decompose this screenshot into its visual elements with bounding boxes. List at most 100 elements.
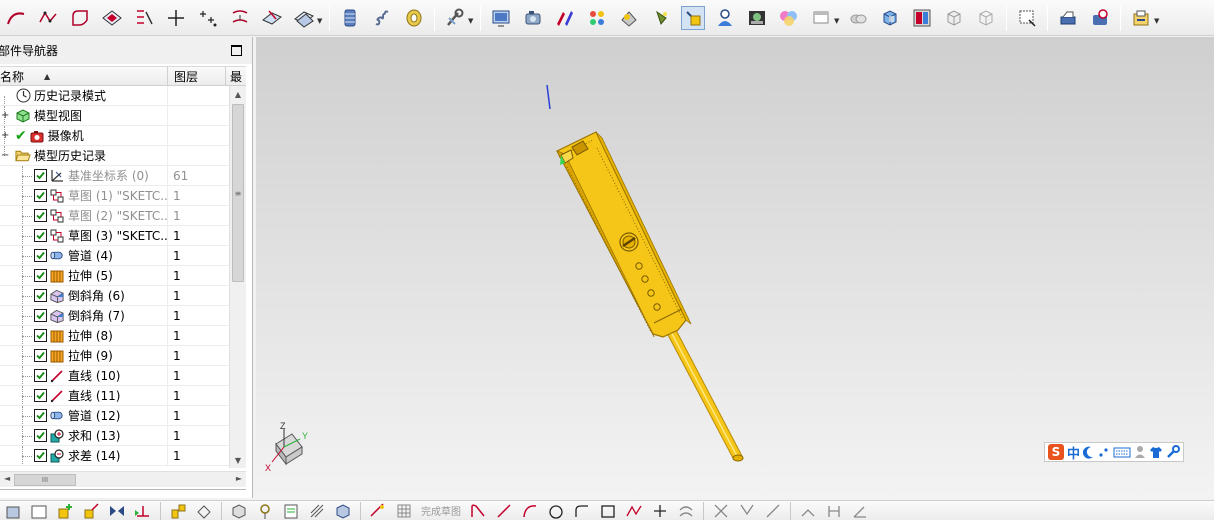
tree-row[interactable]: 拉伸 (9) 1 [0, 346, 229, 366]
datum-axis-icon[interactable] [292, 6, 316, 30]
scroll-up-icon[interactable]: ▲ [230, 86, 246, 102]
tree-row[interactable]: 管道 (12) 1 [0, 406, 229, 426]
feature-checkbox[interactable] [34, 349, 47, 362]
assembly-icon[interactable] [4, 502, 22, 520]
feature-checkbox[interactable] [34, 229, 47, 242]
edit-display-icon[interactable] [553, 6, 577, 30]
layout-icon[interactable] [910, 6, 934, 30]
offset-tool-icon[interactable] [677, 502, 695, 520]
tree-row[interactable]: 拉伸 (8) 1 [0, 326, 229, 346]
rectangle-icon[interactable] [100, 6, 124, 30]
scroll-thumb[interactable]: ≡ [232, 104, 244, 282]
graphics-viewport[interactable]: Z X Y S 中 [256, 37, 1214, 498]
scroll-down-icon[interactable]: ▼ [230, 452, 246, 468]
feature-checkbox[interactable] [34, 189, 47, 202]
spanner-icon[interactable] [443, 6, 467, 30]
grid-icon[interactable] [395, 502, 413, 520]
tree-row[interactable]: + 模型视图 [0, 106, 229, 126]
tree-row[interactable]: − 模型历史记录 [0, 146, 229, 166]
scroll-right-icon[interactable]: ► [236, 474, 242, 483]
tree-row[interactable]: 草图 (1) "SKETC... 1 [0, 186, 229, 206]
rectangle-tool-icon[interactable] [599, 502, 617, 520]
select-window-icon[interactable] [1015, 6, 1039, 30]
coil-icon[interactable] [402, 6, 426, 30]
user-icon[interactable] [1134, 445, 1146, 459]
tree-row[interactable]: 历史记录模式 [0, 86, 229, 106]
tree-row[interactable]: 倒斜角 (7) 1 [0, 306, 229, 326]
feature-checkbox[interactable] [34, 249, 47, 262]
tree-row[interactable]: 管道 (4) 1 [0, 246, 229, 266]
drawing-icon[interactable] [30, 502, 48, 520]
datum-plane-icon[interactable] [260, 6, 284, 30]
cube-icon[interactable] [878, 6, 902, 30]
toolbar-dropdown-arrow[interactable]: ▼ [1154, 6, 1160, 30]
toolbar-dropdown-arrow[interactable]: ▼ [468, 6, 474, 30]
maximize-icon[interactable] [231, 45, 242, 56]
point-tool-icon[interactable] [651, 502, 669, 520]
feature-checkbox[interactable] [34, 309, 47, 322]
studio-spline-icon[interactable] [36, 6, 60, 30]
add-component-icon[interactable] [56, 502, 74, 520]
column-layer-header[interactable]: 图层 [168, 67, 226, 85]
window-icon[interactable] [809, 6, 833, 30]
mirror-icon[interactable] [108, 502, 126, 520]
pin-icon[interactable] [256, 502, 274, 520]
sketch-icon[interactable] [369, 502, 387, 520]
spring-icon[interactable] [370, 6, 394, 30]
lights-icon[interactable] [617, 6, 641, 30]
keyboard-icon[interactable] [1113, 445, 1131, 459]
constraint-tool-icon[interactable] [825, 502, 843, 520]
ime-toolbar[interactable]: S 中 [1044, 442, 1185, 462]
grid-cube-icon[interactable] [942, 6, 966, 30]
tree-row[interactable]: + ✔ 摄像机 [0, 126, 229, 146]
sketch-curve-icon[interactable] [132, 6, 156, 30]
color-palette-icon[interactable] [585, 6, 609, 30]
fillet-tool-icon[interactable] [573, 502, 591, 520]
tree-vertical-scrollbar[interactable]: ▲ ≡ ▼ [229, 86, 246, 468]
column-name-header[interactable]: 名称 ▲ [0, 67, 168, 85]
point-icon[interactable] [164, 6, 188, 30]
feature-checkbox[interactable] [34, 409, 47, 422]
model-canvas[interactable]: Z X Y [256, 37, 1214, 498]
fillet-curve-icon[interactable] [68, 6, 92, 30]
tree-row[interactable]: 直线 (10) 1 [0, 366, 229, 386]
box-icon[interactable] [230, 502, 248, 520]
angle-tool-icon[interactable] [851, 502, 869, 520]
toolbar-dropdown-arrow[interactable]: ▼ [317, 6, 323, 30]
tree-horizontal-scrollbar[interactable]: ◄ III ► [0, 471, 246, 487]
feature-checkbox[interactable] [34, 429, 47, 442]
offset-curve-icon[interactable] [228, 6, 252, 30]
expand-icon[interactable]: + [1, 130, 9, 141]
user-role-icon[interactable] [713, 6, 737, 30]
ime-mode-toggle[interactable]: 中 [1067, 443, 1080, 462]
feature-checkbox[interactable] [34, 449, 47, 462]
shirt-icon[interactable] [1149, 445, 1163, 459]
feature-checkbox[interactable] [34, 389, 47, 402]
scroll-left-icon[interactable]: ◄ [4, 474, 10, 483]
feature-checkbox[interactable] [34, 209, 47, 222]
explode-icon[interactable] [169, 502, 187, 520]
colors-icon[interactable] [777, 6, 801, 30]
wave-link-icon[interactable] [195, 502, 213, 520]
tree-row[interactable]: 直线 (11) 1 [0, 386, 229, 406]
screen-icon[interactable] [489, 6, 513, 30]
wrench-icon[interactable] [1166, 445, 1181, 459]
cube-small-icon[interactable] [334, 502, 352, 520]
move-component-icon[interactable] [82, 502, 100, 520]
tree-row[interactable]: 求差 (14) 1 [0, 446, 229, 466]
printer-icon[interactable] [1056, 6, 1080, 30]
arc-icon[interactable] [4, 6, 28, 30]
tree-row[interactable]: 草图 (3) "SKETC... 1 [0, 226, 229, 246]
polyline-tool-icon[interactable] [625, 502, 643, 520]
profile-icon[interactable] [469, 502, 487, 520]
expand-icon[interactable]: + [1, 110, 9, 121]
line-tool-icon[interactable] [495, 502, 513, 520]
tree-row[interactable]: 基准坐标系 (0) 61 [0, 166, 229, 186]
arc-tool-icon[interactable] [521, 502, 539, 520]
sogou-logo-icon[interactable]: S [1048, 444, 1064, 460]
highlight-icon[interactable] [681, 5, 705, 30]
cone-light-icon[interactable] [649, 6, 673, 30]
finish-sketch-label[interactable]: 完成草图 [421, 503, 461, 518]
trim-tool-icon[interactable] [712, 502, 730, 520]
punctuation-icon[interactable] [1098, 445, 1110, 459]
